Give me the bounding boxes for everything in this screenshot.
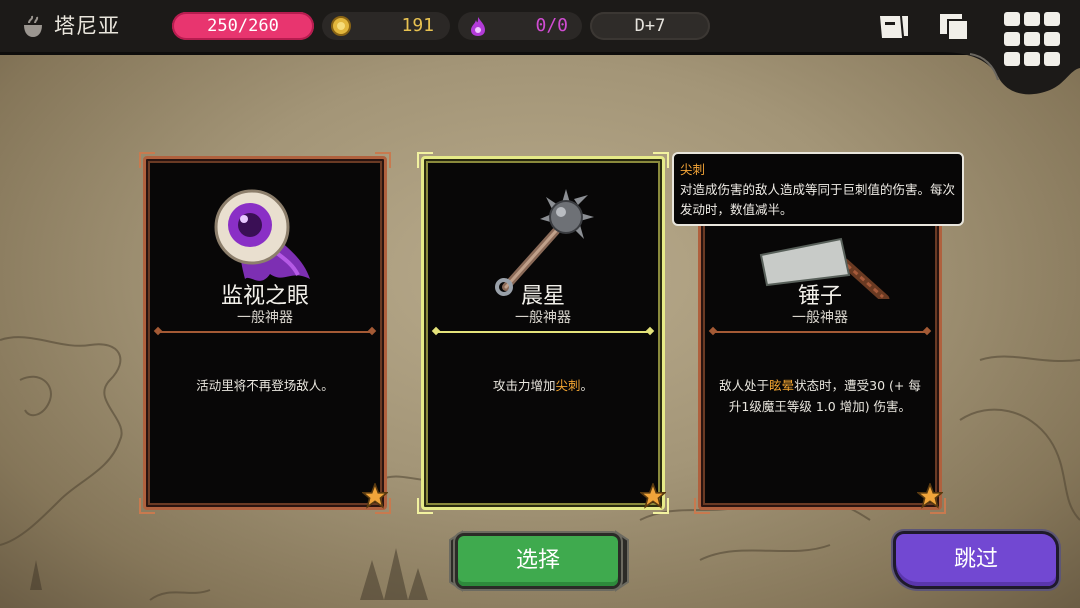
artifact-card-1[interactable]: 监视之眼 一般神器 活动里将不再登场敌人。 — [139, 152, 391, 514]
card-divider — [158, 331, 372, 333]
card-divider — [713, 331, 927, 333]
skip-button-face[interactable]: 跳过 — [896, 534, 1056, 586]
menu-grid-icon[interactable] — [1000, 8, 1064, 70]
top-status-bar: 塔尼亚 250/260 191 0/0 D+7 — [0, 0, 1080, 55]
skip-label: 跳过 — [953, 547, 998, 572]
card-description: 敌人处于眩晕状态时，遭受30 (+ 每升1级魔王等级 1.0 增加) 伤害。 — [719, 378, 921, 414]
quest-scroll-icon[interactable] — [876, 10, 912, 44]
card-name: 晨星 — [520, 284, 565, 309]
keyword-spike[interactable]: 尖刺 — [555, 378, 580, 393]
card-description: 攻击力增加尖刺。 — [492, 378, 594, 393]
keyword-tooltip: 尖刺 对造成伤害的敌人造成等同于巨刺值的伤害。每次发动时，数值减半。 — [672, 152, 964, 226]
card-name: 监视之眼 — [220, 284, 309, 309]
purple-flame-icon — [471, 17, 485, 36]
tooltip-title: 尖刺 — [680, 162, 706, 177]
cauldron-icon — [24, 15, 42, 37]
purple-eye-icon — [214, 189, 310, 281]
gold-value: 191 — [401, 15, 434, 36]
card-description: 活动里将不再登场敌人。 — [196, 378, 334, 393]
card-rarity: 一般神器 — [515, 310, 571, 326]
card-rarity: 一般神器 — [792, 310, 848, 326]
card-rarity: 一般神器 — [237, 310, 293, 326]
soul-value: 0/0 — [535, 15, 568, 36]
star-icon — [917, 483, 943, 509]
day-counter: D+7 — [590, 12, 710, 40]
map-icon[interactable] — [936, 10, 972, 44]
hp-value: 250/260 — [207, 16, 279, 36]
coin-icon — [331, 16, 351, 36]
hp-bar: 250/260 — [172, 12, 314, 40]
day-value: D+7 — [634, 16, 666, 36]
star-icon — [362, 483, 388, 509]
skip-button[interactable]: 跳过 — [882, 528, 1072, 594]
location-name: 塔尼亚 — [54, 14, 120, 38]
card-name: 锤子 — [797, 284, 842, 309]
select-button-face[interactable]: 选择 — [458, 536, 618, 586]
select-button[interactable]: 选择 — [448, 530, 630, 594]
gold-counter: 191 — [322, 12, 450, 40]
artifact-card-2[interactable]: 晨星 一般神器 攻击力增加尖刺。 — [417, 152, 669, 514]
tooltip-body: 对造成伤害的敌人造成等同于巨刺值的伤害。每次发动时，数值减半。 — [680, 182, 956, 217]
select-label: 选择 — [515, 548, 560, 573]
card-divider — [436, 331, 650, 333]
morning-star-mace-icon — [495, 189, 594, 296]
soul-counter: 0/0 — [458, 12, 582, 40]
star-icon — [640, 483, 666, 509]
keyword-stun[interactable]: 眩晕 — [769, 378, 794, 393]
